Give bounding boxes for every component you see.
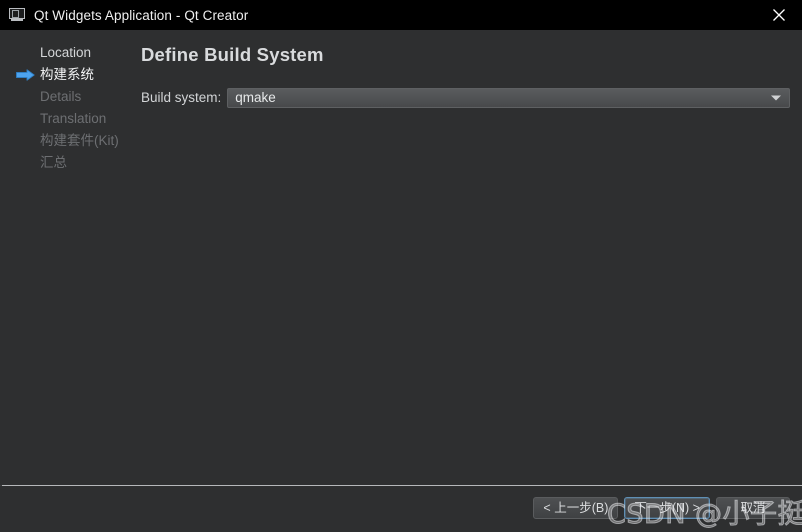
sidebar-item-label: Location [40, 45, 92, 61]
dialog-body: Location 构建系统 Details Translation 构建套件(K… [0, 30, 802, 485]
sidebar-item-kit[interactable]: 构建套件(Kit) [0, 130, 135, 152]
blue-right-arrow-icon [16, 69, 35, 81]
sidebar-item-translation[interactable]: Translation [0, 108, 135, 130]
sidebar-item-label: 汇总 [40, 155, 67, 171]
sidebar-item-label: Details [40, 89, 82, 105]
sidebar-item-location[interactable]: Location [0, 42, 135, 64]
window-title: Qt Widgets Application - Qt Creator [34, 7, 249, 23]
monitor-icon [9, 8, 25, 22]
sidebar-item-label: 构建套件(Kit) [40, 133, 119, 149]
back-button[interactable]: < 上一步(B) [533, 497, 619, 519]
dialog-footer: < 上一步(B) 下一步(N) > 取消 [0, 486, 802, 532]
page-title: Define Build System [141, 44, 324, 65]
build-system-label: Build system: [141, 90, 222, 105]
sidebar-item-details[interactable]: Details [0, 86, 135, 108]
chevron-down-icon [771, 95, 781, 100]
qt-creator-wizard-dialog: Qt Widgets Application - Qt Creator Loca… [0, 0, 802, 532]
window-titlebar: Qt Widgets Application - Qt Creator [0, 0, 802, 30]
sidebar-item-label: 构建系统 [40, 67, 94, 83]
build-system-value: qmake [235, 89, 276, 105]
next-button[interactable]: 下一步(N) > [624, 497, 710, 519]
close-icon[interactable] [756, 0, 802, 30]
sidebar-item-summary[interactable]: 汇总 [0, 152, 135, 174]
wizard-step-sidebar: Location 构建系统 Details Translation 构建套件(K… [0, 42, 135, 174]
wizard-main-pane: Define Build System Build system: qmake [141, 40, 790, 108]
footer-button-group: < 上一步(B) 下一步(N) > 取消 [533, 497, 790, 519]
sidebar-item-build-system[interactable]: 构建系统 [0, 64, 135, 86]
build-system-select[interactable]: qmake [227, 87, 790, 108]
sidebar-item-label: Translation [40, 111, 107, 127]
cancel-button[interactable]: 取消 [716, 497, 790, 519]
build-system-row: Build system: qmake [141, 87, 790, 108]
